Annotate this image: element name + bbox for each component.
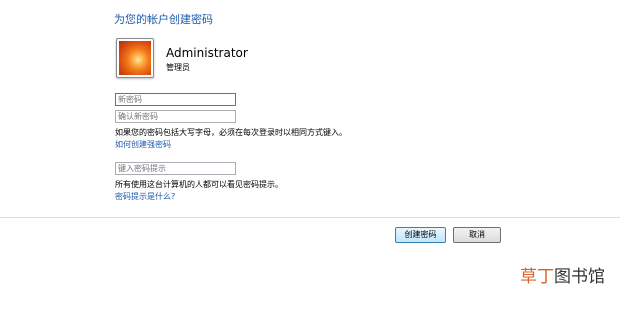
password-hint-input[interactable] bbox=[115, 162, 236, 175]
account-role: 管理员 bbox=[166, 63, 190, 72]
strong-password-link[interactable]: 如何创建强密码 bbox=[115, 139, 171, 150]
avatar bbox=[116, 38, 154, 78]
cancel-button[interactable]: 取消 bbox=[453, 227, 501, 243]
hint-help-link[interactable]: 密码提示是什么? bbox=[115, 191, 175, 202]
divider bbox=[0, 217, 620, 218]
watermark-rest: 图书馆 bbox=[554, 267, 605, 287]
create-password-button[interactable]: 创建密码 bbox=[395, 227, 446, 243]
flower-picture bbox=[119, 41, 151, 75]
watermark-accent: 草丁 bbox=[520, 267, 554, 287]
caps-note: 如果您的密码包括大写字母，必须在每次登录时以相同方式键入。 bbox=[115, 128, 347, 137]
account-name: Administrator bbox=[166, 46, 248, 60]
watermark: 草丁图书馆 bbox=[520, 262, 605, 287]
hint-note: 所有使用这台计算机的人都可以看见密码提示。 bbox=[115, 180, 283, 189]
confirm-password-input[interactable] bbox=[115, 110, 236, 123]
new-password-input[interactable] bbox=[115, 93, 236, 106]
page-title: 为您的帐户创建密码 bbox=[114, 13, 213, 26]
